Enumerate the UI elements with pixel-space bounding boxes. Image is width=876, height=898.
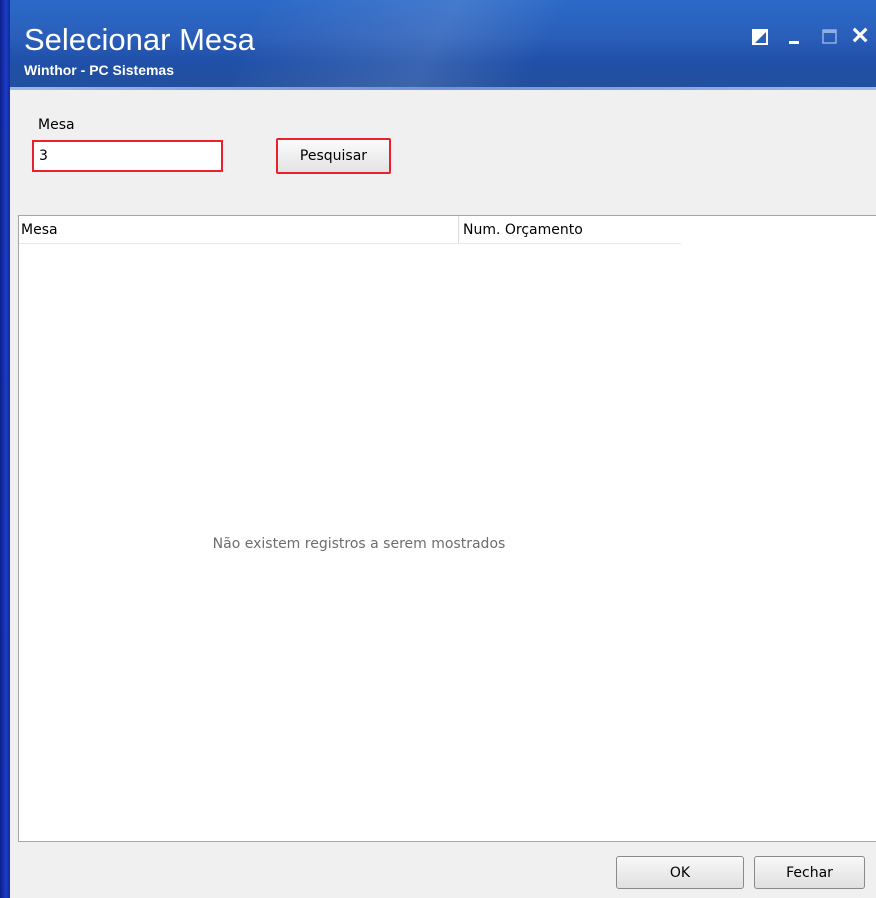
close-icon[interactable]	[850, 26, 872, 44]
column-header-num-orcamento[interactable]: Num. Orçamento	[459, 216, 681, 243]
fechar-button[interactable]: Fechar	[754, 856, 865, 889]
title-bar-sheen	[220, 0, 700, 90]
window-left-frame	[0, 0, 10, 898]
results-grid[interactable]: Mesa Num. Orçamento Não existem registro…	[18, 215, 876, 842]
maximize-icon[interactable]	[822, 28, 838, 46]
mesa-input[interactable]	[32, 140, 223, 172]
window-title: Selecionar Mesa	[24, 22, 255, 57]
minimize-icon[interactable]	[788, 28, 802, 46]
mesa-label: Mesa	[38, 117, 75, 133]
dialog-window: Selecionar Mesa Winthor - PC Sistemas Me…	[0, 0, 876, 898]
grid-header: Mesa Num. Orçamento	[19, 216, 681, 244]
window-subtitle: Winthor - PC Sistemas	[24, 62, 175, 78]
empty-state-message: Não existem registros a serem mostrados	[212, 536, 506, 552]
dialog-content: Mesa Pesquisar Mesa Num. Orçamento Não e…	[10, 90, 876, 898]
column-header-mesa[interactable]: Mesa	[19, 216, 459, 243]
ok-button[interactable]: OK	[616, 856, 744, 889]
restore-icon[interactable]	[752, 28, 769, 46]
title-bar[interactable]: Selecionar Mesa Winthor - PC Sistemas	[0, 0, 876, 90]
search-button[interactable]: Pesquisar	[276, 138, 391, 174]
